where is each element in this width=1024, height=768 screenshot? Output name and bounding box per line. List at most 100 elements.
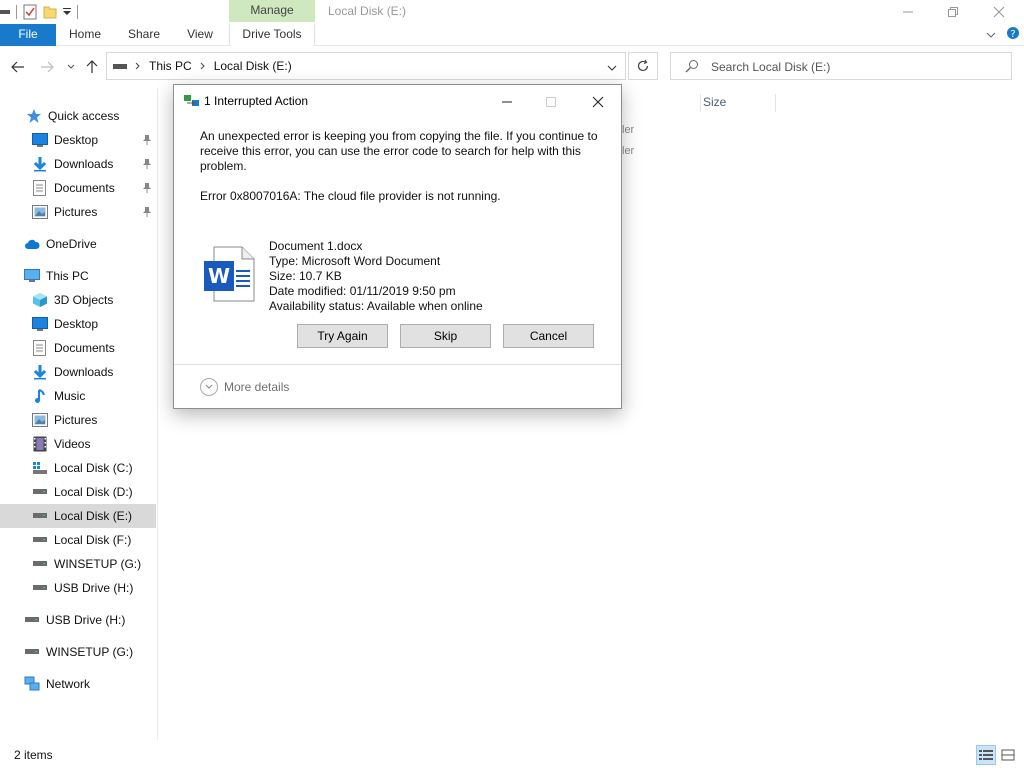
expand-ribbon-icon[interactable] — [986, 28, 996, 42]
nav-documents[interactable]: Documents — [0, 336, 156, 360]
nav-network[interactable]: Network — [0, 672, 156, 696]
desktop-icon — [32, 316, 48, 332]
refresh-button[interactable] — [628, 52, 658, 80]
documents-icon — [32, 340, 48, 356]
nav-label: Pictures — [54, 205, 98, 219]
nav-music[interactable]: Music — [0, 384, 156, 408]
drive-icon — [32, 484, 48, 500]
search-box[interactable]: Search Local Disk (E:) — [670, 52, 1012, 80]
nav-documents-pinned[interactable]: Documents — [0, 176, 156, 200]
nav-pictures-pinned[interactable]: Pictures — [0, 200, 156, 224]
tab-drive-tools[interactable]: Drive Tools — [229, 24, 315, 46]
nav-label: Local Disk (C:) — [54, 461, 133, 475]
nav-local-disk-c[interactable]: Local Disk (C:) — [0, 456, 156, 480]
customize-toolbar-icon[interactable] — [63, 8, 71, 16]
nav-label: Documents — [54, 341, 115, 355]
restore-button[interactable] — [930, 0, 976, 24]
try-again-button[interactable]: Try Again — [297, 324, 388, 348]
breadcrumb-separator-icon[interactable] — [200, 59, 206, 73]
maximize-icon — [546, 97, 556, 107]
tab-share[interactable]: Share — [122, 24, 166, 46]
forward-button[interactable] — [38, 58, 56, 76]
dialog-minimize-button[interactable] — [492, 91, 522, 113]
tab-home[interactable]: Home — [62, 24, 108, 46]
nav-downloads[interactable]: Downloads — [0, 360, 156, 384]
nav-pictures[interactable]: Pictures — [0, 408, 156, 432]
dialog-maximize-button[interactable] — [536, 91, 566, 113]
search-placeholder: Search Local Disk (E:) — [711, 60, 831, 74]
nav-winsetup-g-root[interactable]: WINSETUP (G:) — [0, 640, 156, 664]
nav-videos[interactable]: Videos — [0, 432, 156, 456]
film-icon — [32, 436, 48, 452]
nav-desktop-pinned[interactable]: Desktop — [0, 128, 156, 152]
word-document-icon: W — [204, 245, 256, 306]
large-icons-view-icon — [1001, 749, 1015, 761]
computer-icon — [24, 268, 40, 284]
pin-icon[interactable] — [142, 134, 152, 149]
file-row-partial[interactable]: ler — [622, 124, 634, 136]
up-button[interactable] — [83, 58, 101, 76]
nav-label: Desktop — [54, 133, 99, 147]
close-button[interactable] — [976, 0, 1022, 24]
nav-desktop[interactable]: Desktop — [0, 312, 156, 336]
dialog-close-button[interactable] — [583, 91, 613, 113]
file-info: Document 1.docx Type: Microsoft Word Doc… — [269, 239, 483, 314]
network-icon — [24, 676, 40, 692]
file-name: Document 1.docx — [269, 239, 363, 253]
minimize-button[interactable] — [885, 0, 931, 24]
nav-downloads-pinned[interactable]: Downloads — [0, 152, 156, 176]
title-bar: Manage Local Disk (E:) — [0, 0, 1024, 24]
nav-onedrive[interactable]: OneDrive — [0, 232, 156, 256]
nav-local-disk-e[interactable]: Local Disk (E:) — [0, 504, 156, 528]
more-details-toggle[interactable]: More details — [200, 378, 289, 396]
nav-quick-access[interactable]: Quick access — [0, 104, 156, 128]
address-bar[interactable]: This PC Local Disk (E:) — [106, 52, 626, 80]
cancel-button[interactable]: Cancel — [503, 324, 594, 348]
file-row-partial[interactable]: ler — [622, 145, 634, 157]
nav-local-disk-d[interactable]: Local Disk (D:) — [0, 480, 156, 504]
nav-label: Quick access — [48, 109, 120, 123]
drive-icon[interactable] — [0, 8, 10, 16]
nav-this-pc[interactable]: This PC — [0, 264, 156, 288]
new-folder-icon[interactable] — [43, 5, 57, 19]
breadcrumb-this-pc[interactable]: This PC — [149, 59, 192, 73]
nav-3d-objects[interactable]: 3D Objects — [0, 288, 156, 312]
recent-locations-button[interactable] — [62, 58, 80, 76]
close-icon — [592, 96, 604, 108]
pin-icon[interactable] — [142, 158, 152, 173]
tab-view[interactable]: View — [180, 24, 220, 46]
skip-button[interactable]: Skip — [400, 324, 491, 348]
address-dropdown-icon[interactable] — [607, 61, 617, 75]
nav-label: Music — [54, 389, 86, 403]
pin-icon[interactable] — [142, 206, 152, 221]
pictures-icon — [32, 204, 48, 220]
refresh-icon — [637, 59, 649, 72]
minimize-icon — [903, 11, 913, 13]
details-view-button[interactable] — [976, 745, 996, 765]
large-icons-view-button[interactable] — [998, 745, 1018, 765]
back-button[interactable] — [9, 58, 27, 76]
nav-usb-drive-h[interactable]: USB Drive (H:) — [0, 576, 156, 600]
column-header-size[interactable]: Size — [700, 94, 776, 112]
cloud-icon — [24, 236, 40, 252]
nav-label: This PC — [46, 269, 89, 283]
tab-manage[interactable]: Manage — [229, 0, 315, 22]
ribbon-right-controls: ? — [986, 26, 1020, 43]
nav-winsetup-g[interactable]: WINSETUP (G:) — [0, 552, 156, 576]
nav-usb-drive-h-root[interactable]: USB Drive (H:) — [0, 608, 156, 632]
breadcrumb-local-disk-e[interactable]: Local Disk (E:) — [214, 59, 292, 73]
pin-icon[interactable] — [142, 182, 152, 197]
window-title: Local Disk (E:) — [328, 4, 407, 18]
desktop-icon — [32, 132, 48, 148]
properties-check-icon[interactable] — [23, 4, 37, 20]
tab-file[interactable]: File — [0, 24, 56, 46]
nav-local-disk-f[interactable]: Local Disk (F:) — [0, 528, 156, 552]
breadcrumb-separator-icon[interactable] — [135, 59, 141, 73]
forward-arrow-icon — [41, 61, 54, 73]
view-toggle — [976, 745, 1018, 765]
help-icon[interactable]: ? — [1006, 26, 1020, 43]
download-arrow-icon — [32, 156, 48, 172]
file-date-modified: Date modified: 01/11/2019 9:50 pm — [269, 284, 456, 298]
nav-label: Pictures — [54, 413, 98, 427]
nav-label: Local Disk (E:) — [54, 509, 133, 523]
